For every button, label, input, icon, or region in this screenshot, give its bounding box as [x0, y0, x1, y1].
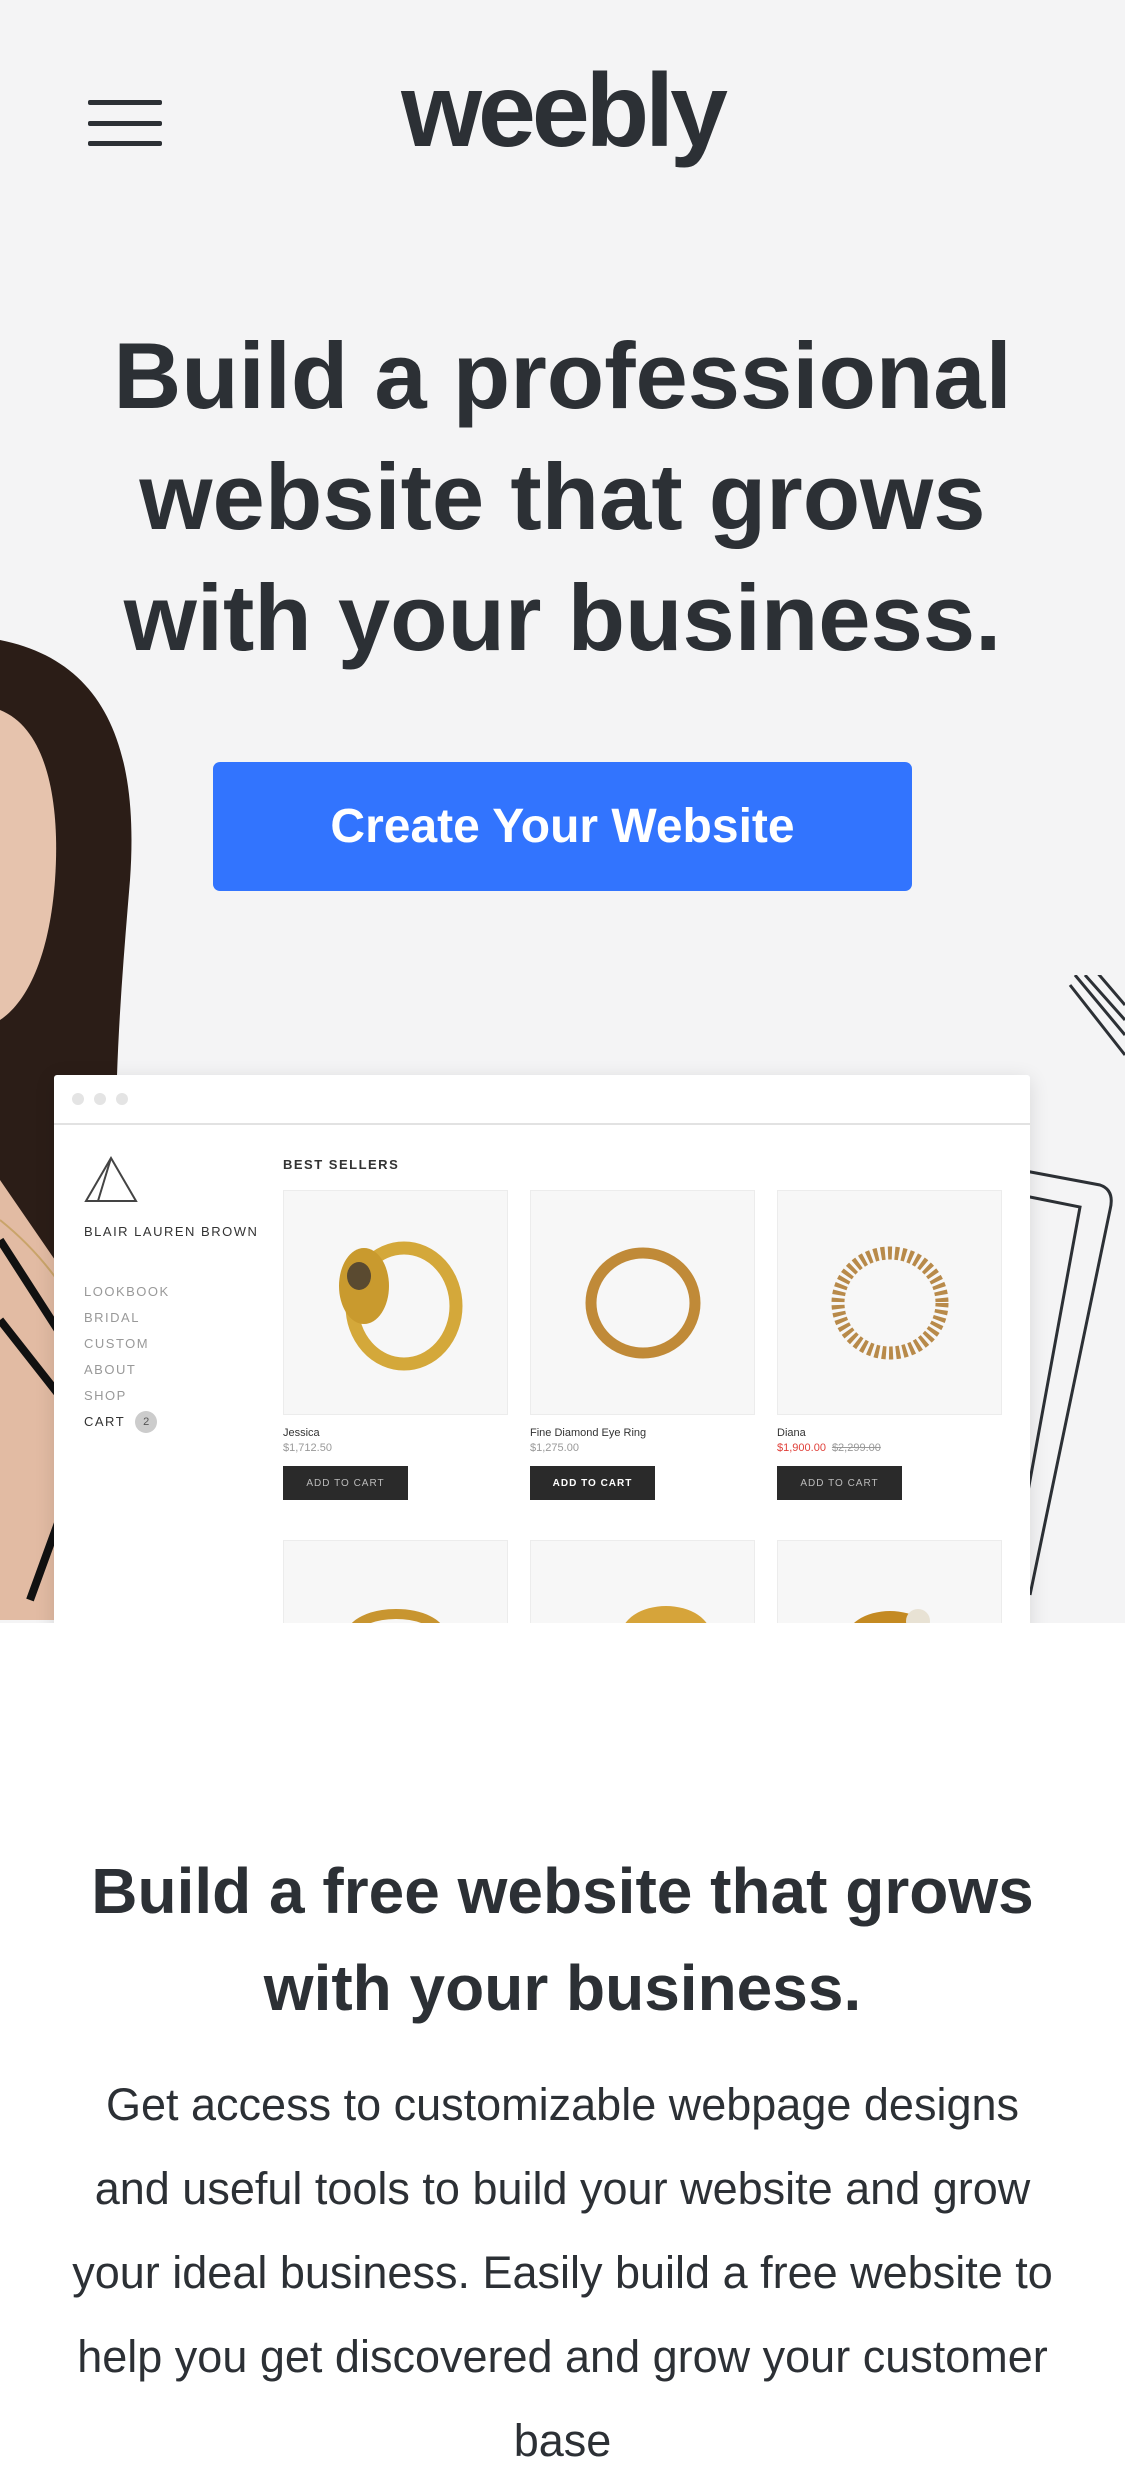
- section-body: Get access to customizable webpage desig…: [72, 2079, 1053, 2466]
- sale-price: $1,900.00: [777, 1442, 826, 1454]
- hero-section: weebly Build a professional website that…: [0, 0, 1125, 1623]
- product-card[interactable]: [777, 1540, 1002, 1623]
- cart-count-badge: 2: [135, 1411, 158, 1433]
- ring-image: [585, 1247, 701, 1359]
- add-to-cart-button[interactable]: ADD TO CART: [777, 1466, 902, 1500]
- ring-image: [831, 1246, 949, 1360]
- product-name: Jessica: [283, 1427, 320, 1439]
- store-preview-mockup: BLAIR LAUREN BROWN LOOKBOOK BRIDAL CUSTO…: [54, 1075, 1030, 1623]
- store-nav-shop[interactable]: SHOP: [84, 1383, 284, 1409]
- create-website-button[interactable]: Create Your Website: [213, 762, 912, 891]
- product-price: $1,712.50: [283, 1442, 332, 1454]
- store-nav-bridal[interactable]: BRIDAL: [84, 1305, 284, 1331]
- product-image[interactable]: [777, 1540, 1002, 1623]
- cart-label: CART: [84, 1414, 126, 1429]
- product-image[interactable]: [283, 1540, 508, 1623]
- add-to-cart-button[interactable]: ADD TO CART: [530, 1466, 655, 1500]
- ring-image: [351, 1609, 441, 1623]
- product-image[interactable]: [283, 1190, 508, 1415]
- store-nav: LOOKBOOK BRIDAL CUSTOM ABOUT SHOP CART 2: [84, 1279, 284, 1435]
- store-nav-about[interactable]: ABOUT: [84, 1357, 284, 1383]
- store-nav-cart[interactable]: CART 2: [84, 1409, 284, 1435]
- store-brand-name: BLAIR LAUREN BROWN: [84, 1224, 259, 1239]
- product-price: $1,275.00: [530, 1442, 579, 1454]
- product-image[interactable]: [530, 1190, 755, 1415]
- product-grid: Jessica $1,712.50 ADD TO CART Fine Diamo…: [283, 1190, 1003, 1623]
- product-name: Fine Diamond Eye Ring: [530, 1427, 647, 1439]
- browser-titlebar: [54, 1075, 1030, 1125]
- ring-image: [339, 1241, 463, 1371]
- weebly-logo[interactable]: weebly: [0, 52, 1125, 171]
- features-section: Build a free website that grows with you…: [0, 1623, 1125, 2466]
- store-nav-lookbook[interactable]: LOOKBOOK: [84, 1279, 284, 1305]
- hero-headline: Build a professional website that grows …: [113, 323, 1012, 670]
- section-title: Build a free website that grows with you…: [91, 1855, 1034, 2024]
- ring-image: [854, 1609, 930, 1623]
- product-image[interactable]: [777, 1190, 1002, 1415]
- product-image[interactable]: [530, 1540, 755, 1623]
- product-card[interactable]: Diana $1,900.00 $2,299.00 ADD TO CART: [777, 1190, 1002, 1500]
- product-name: Diana: [777, 1427, 806, 1439]
- product-card[interactable]: [530, 1540, 755, 1623]
- original-price: $2,299.00: [831, 1442, 881, 1454]
- triangle-logo-icon: [84, 1156, 138, 1202]
- store-sidebar: BLAIR LAUREN BROWN LOOKBOOK BRIDAL CUSTO…: [84, 1155, 284, 1435]
- best-sellers-title: BEST SELLERS: [283, 1157, 400, 1172]
- add-to-cart-button[interactable]: ADD TO CART: [283, 1466, 408, 1500]
- product-price: $1,900.00 $2,299.00: [777, 1442, 1002, 1454]
- store-nav-custom[interactable]: CUSTOM: [84, 1331, 284, 1357]
- product-card[interactable]: Jessica $1,712.50 ADD TO CART: [283, 1190, 508, 1500]
- product-card[interactable]: Fine Diamond Eye Ring $1,275.00 ADD TO C…: [530, 1190, 755, 1500]
- ring-image: [625, 1606, 707, 1623]
- product-card[interactable]: [283, 1540, 508, 1623]
